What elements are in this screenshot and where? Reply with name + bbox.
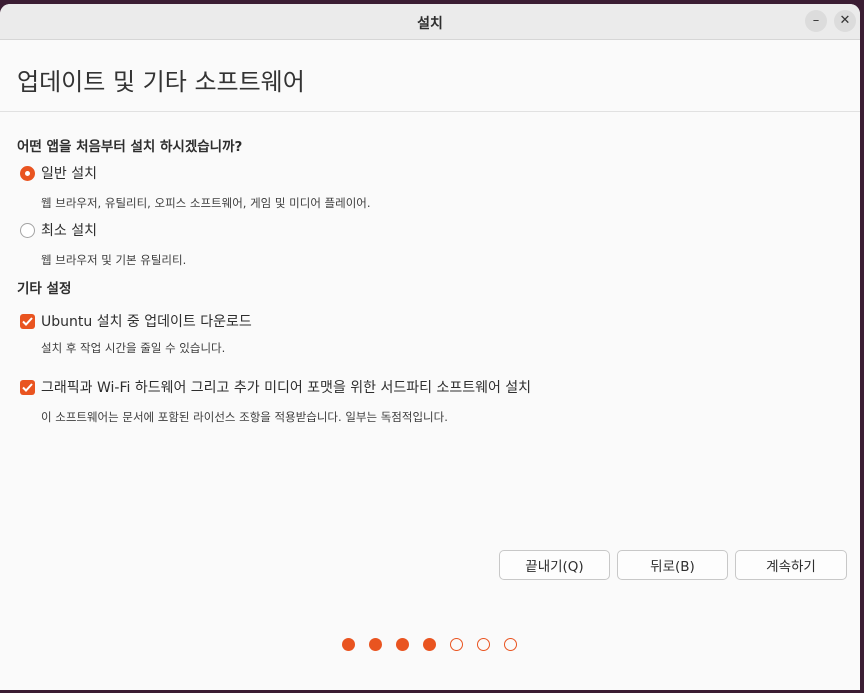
page-title: 업데이트 및 기타 소프트웨어 — [17, 68, 305, 96]
third-party-software-description: 이 소프트웨어는 문서에 포함된 라이선스 조항을 적용받습니다. 일부는 독점… — [41, 410, 448, 424]
progress-dot-complete — [423, 638, 436, 651]
title-bar[interactable]: 설치 – ✕ — [0, 4, 860, 40]
minimal-install-description: 웹 브라우저 및 기본 유틸리티. — [41, 253, 187, 267]
progress-dot-pending — [504, 638, 517, 651]
progress-indicator — [342, 638, 531, 651]
download-updates-label: Ubuntu 설치 중 업데이트 다운로드 — [41, 314, 252, 330]
minimal-install-label: 최소 설치 — [41, 223, 97, 239]
header-divider — [0, 111, 860, 112]
progress-dot-pending — [450, 638, 463, 651]
progress-dot-pending — [477, 638, 490, 651]
checkmark-icon[interactable] — [20, 379, 35, 395]
apps-section-heading: 어떤 앱을 처음부터 설치 하시겠습니까? — [17, 139, 243, 155]
normal-install-radio[interactable]: 일반 설치 — [20, 163, 97, 183]
normal-install-label: 일반 설치 — [41, 166, 97, 182]
checkmark-icon[interactable] — [20, 313, 35, 329]
progress-dot-complete — [396, 638, 409, 651]
minimize-icon: – — [812, 13, 820, 28]
window-title: 설치 — [417, 16, 443, 32]
close-button[interactable]: ✕ — [834, 10, 856, 32]
other-section-heading: 기타 설정 — [17, 281, 72, 297]
third-party-software-label: 그래픽과 Wi-Fi 하드웨어 그리고 추가 미디어 포맷을 위한 서드파티 소… — [41, 380, 532, 396]
installer-window: 설치 – ✕ 업데이트 및 기타 소프트웨어 어떤 앱을 처음부터 설치 하시겠… — [0, 4, 860, 690]
download-updates-description: 설치 후 작업 시간을 줄일 수 있습니다. — [41, 341, 226, 355]
normal-install-description: 웹 브라우저, 유틸리티, 오피스 소프트웨어, 게임 및 미디어 플레이어. — [41, 196, 371, 210]
continue-button[interactable]: 계속하기 — [735, 550, 847, 580]
radio-unselected-icon[interactable] — [20, 222, 35, 238]
download-updates-checkbox[interactable]: Ubuntu 설치 중 업데이트 다운로드 — [20, 311, 252, 331]
quit-button[interactable]: 끝내기(Q) — [499, 550, 610, 580]
third-party-software-checkbox[interactable]: 그래픽과 Wi-Fi 하드웨어 그리고 추가 미디어 포맷을 위한 서드파티 소… — [20, 377, 531, 397]
minimize-button[interactable]: – — [805, 10, 827, 32]
close-icon: ✕ — [839, 13, 851, 28]
progress-dot-complete — [342, 638, 355, 651]
progress-dot-complete — [369, 638, 382, 651]
minimal-install-radio[interactable]: 최소 설치 — [20, 220, 97, 240]
radio-selected-icon[interactable] — [20, 165, 35, 181]
back-button[interactable]: 뒤로(B) — [617, 550, 728, 580]
